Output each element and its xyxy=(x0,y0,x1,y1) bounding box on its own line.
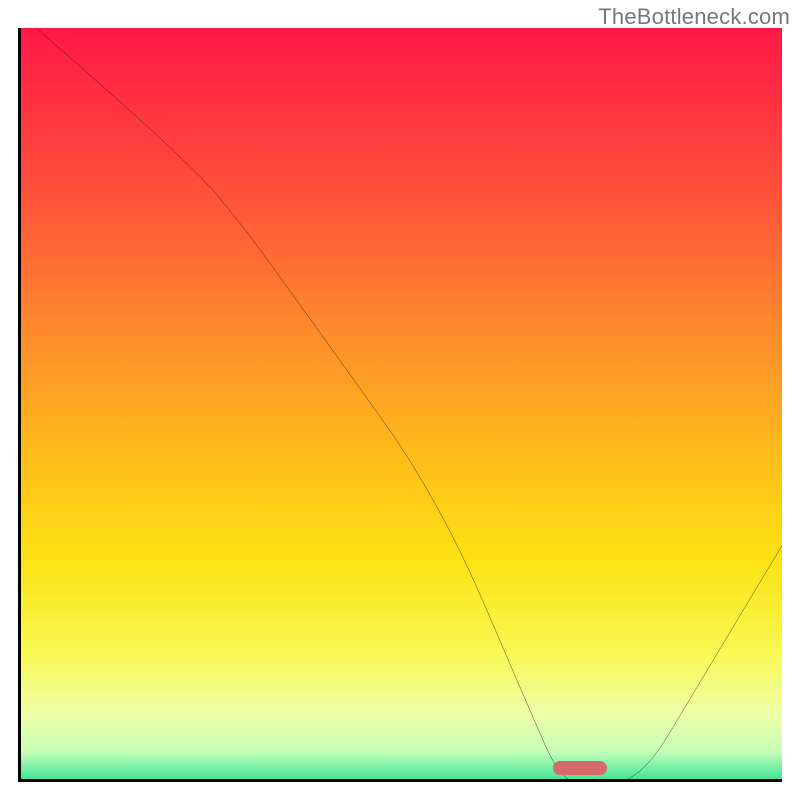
chart-plot-area xyxy=(18,28,782,782)
bottleneck-curve xyxy=(21,28,782,782)
optimal-marker xyxy=(553,761,607,775)
watermark-text: TheBottleneck.com xyxy=(598,4,790,30)
